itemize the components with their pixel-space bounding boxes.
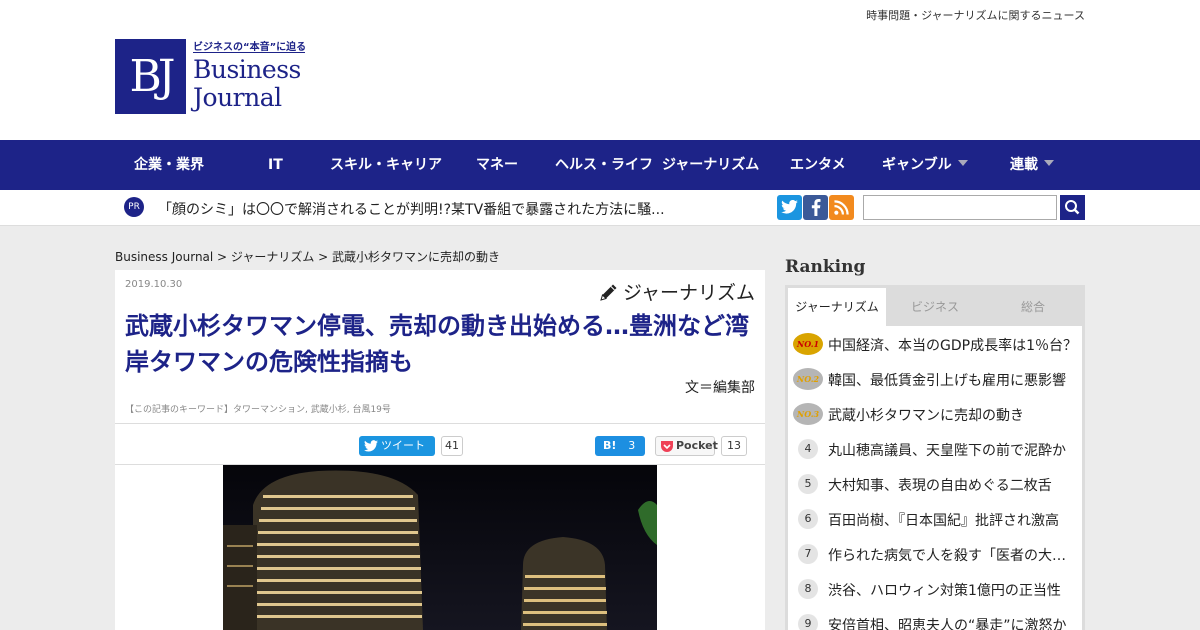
rank-number: 7 xyxy=(798,544,818,564)
nav-item-skill-career[interactable]: スキル・キャリア xyxy=(330,140,442,190)
site-logo[interactable]: BJ ビジネスの“本音”に迫る Business Journal xyxy=(115,38,307,116)
ranking-item-text: 作られた病気で人を殺す「医者の大罪」 xyxy=(828,548,1078,564)
ranking-item-text: 丸山穂高議員、天皇陛下の前で泥酔か xyxy=(828,443,1066,459)
nav-label: ヘルス・ライフ xyxy=(555,157,653,173)
nav-item-health-life[interactable]: ヘルス・ライフ xyxy=(555,140,653,190)
rank-number: 5 xyxy=(798,474,818,494)
search-input[interactable] xyxy=(863,195,1057,220)
tweet-count: 41 xyxy=(441,436,463,456)
breadcrumb-section[interactable]: ジャーナリズム xyxy=(231,250,314,264)
hatena-bookmark-button[interactable]: B! 3 xyxy=(595,436,645,456)
search-button[interactable] xyxy=(1060,195,1085,220)
nav-label: ジャーナリズム xyxy=(662,157,760,173)
article-date: 2019.10.30 xyxy=(125,279,183,290)
breadcrumb-separator: > xyxy=(314,250,333,264)
nav-item-money[interactable]: マネー xyxy=(476,140,518,190)
ranking-item-text: 大村知事、表現の自由めぐる二枚舌 xyxy=(828,478,1052,494)
article-title: 武蔵小杉タワマン停電、売却の動き出始める…豊洲など湾岸タワマンの危険性指摘も xyxy=(125,312,749,376)
nav-item-journalism[interactable]: ジャーナリズム xyxy=(662,140,759,190)
ranking-title: Ranking xyxy=(785,257,866,277)
ranking-item-text: 渋谷、ハロウィン対策1億円の正当性 xyxy=(828,583,1061,599)
twitter-icon[interactable] xyxy=(777,195,802,220)
nav-label: スキル・キャリア xyxy=(330,157,442,173)
category-label: ジャーナリズム xyxy=(622,282,755,304)
nav-label: IT xyxy=(268,157,283,173)
rank-no1-badge: NO.1 xyxy=(793,333,823,355)
facebook-icon[interactable] xyxy=(803,195,828,220)
ranking-item[interactable]: 8 渋谷、ハロウィン対策1億円の正当性 xyxy=(788,571,1082,606)
twitter-icon xyxy=(364,440,378,452)
breadcrumb-current: 武蔵小杉タワマンに売却の動き xyxy=(332,250,501,264)
rank-no3-badge: NO.3 xyxy=(793,403,823,425)
ranking-item[interactable]: NO.1 中国経済、本当のGDP成長率は1％台？ xyxy=(788,326,1082,361)
hatena-count: 3 xyxy=(628,439,636,452)
logo-name-line-2: Journal xyxy=(193,83,282,112)
site-tagline: 時事問題・ジャーナリズムに関するニュース xyxy=(866,9,1085,22)
rank-no2-badge: NO.2 xyxy=(793,368,823,390)
ranking-list: NO.1 中国経済、本当のGDP成長率は1％台？ NO.2 韓国、最低賃金引上げ… xyxy=(788,326,1082,630)
nav-item-entertainment[interactable]: エンタメ xyxy=(790,140,846,190)
breadcrumb-separator: > xyxy=(213,250,231,264)
ranking-item-text: 韓国、最低賃金引上げも雇用に悪影響 xyxy=(828,373,1066,389)
rank-number: 4 xyxy=(798,439,818,459)
nav-item-business[interactable]: 企業・業界 xyxy=(134,140,204,190)
nav-item-it[interactable]: IT xyxy=(268,140,283,190)
ranking-item[interactable]: NO.3 武蔵小杉タワマンに売却の動き xyxy=(788,396,1082,431)
logo-name: Business Journal xyxy=(193,56,301,112)
divider xyxy=(115,423,765,424)
logo-name-line-1: Business xyxy=(193,55,301,84)
ranking-item[interactable]: 7 作られた病気で人を殺す「医者の大罪」 xyxy=(788,536,1082,571)
nav-label: マネー xyxy=(476,157,518,173)
article-photo xyxy=(223,465,657,630)
ranking-item[interactable]: 9 安倍首相、昭恵夫人の“暴走”に激怒か xyxy=(788,606,1082,630)
tab-journalism[interactable]: ジャーナリズム xyxy=(788,288,886,326)
breadcrumb: Business Journal > ジャーナリズム > 武蔵小杉タワマンに売却… xyxy=(115,248,500,265)
hatena-label: B! xyxy=(603,439,617,452)
pr-badge: PR xyxy=(124,197,144,217)
pocket-label: Pocket xyxy=(676,439,718,452)
pr-link[interactable]: 「顔のシミ」は〇〇で解消されることが判明!?某TV番組で暴露された方法に騒... xyxy=(158,199,665,219)
tweet-label: ツイート xyxy=(381,439,425,452)
logo-rule xyxy=(193,52,305,53)
site-header: 時事問題・ジャーナリズムに関するニュース BJ ビジネスの“本音”に迫る Bus… xyxy=(0,0,1200,140)
nav-label: エンタメ xyxy=(790,157,846,173)
ranking-item-text: 武蔵小杉タワマンに売却の動き xyxy=(828,408,1024,424)
chevron-down-icon xyxy=(957,160,968,166)
nav-item-gamble[interactable]: ギャンブル xyxy=(882,140,968,190)
rank-number: 6 xyxy=(798,509,818,529)
ranking-item[interactable]: 5 大村知事、表現の自由めぐる二枚舌 xyxy=(788,466,1082,501)
tab-business[interactable]: ビジネス xyxy=(886,288,984,326)
ranking-item-text: 百田尚樹、『日本国紀』批評され激高 xyxy=(828,513,1059,529)
ranking-item-text: 中国経済、本当のGDP成長率は1％台？ xyxy=(828,338,1077,354)
ranking-item[interactable]: NO.2 韓国、最低賃金引上げも雇用に悪影響 xyxy=(788,361,1082,396)
logo-subtitle: ビジネスの“本音”に迫る xyxy=(193,42,307,53)
ranking-item-text: 安倍首相、昭恵夫人の“暴走”に激怒か xyxy=(828,618,1067,630)
search-icon xyxy=(1065,200,1080,215)
article-keywords: 【この記事のキーワード】タワーマンション, 武蔵小杉, 台風19号 xyxy=(125,405,391,415)
main-nav: 企業・業界 IT スキル・キャリア マネー ヘルス・ライフ ジャーナリズム エン… xyxy=(0,140,1200,190)
pencil-icon xyxy=(600,284,617,301)
logo-mark: BJ xyxy=(115,39,186,114)
nav-item-series[interactable]: 連載 xyxy=(1010,140,1054,190)
tab-overall[interactable]: 総合 xyxy=(984,288,1082,326)
rank-number: 8 xyxy=(798,579,818,599)
rss-icon[interactable] xyxy=(829,195,854,220)
nav-label: ギャンブル xyxy=(882,157,952,173)
pocket-count: 13 xyxy=(721,436,747,456)
tweet-button[interactable]: ツイート xyxy=(359,436,435,456)
nav-label: 企業・業界 xyxy=(134,157,204,173)
article-card: 2019.10.30 ジャーナリズム 武蔵小杉タワマン停電、売却の動き出始める…… xyxy=(115,270,765,630)
rank-number: 9 xyxy=(798,614,818,630)
article-category[interactable]: ジャーナリズム xyxy=(599,278,755,305)
ranking-item[interactable]: 6 百田尚樹、『日本国紀』批評され激高 xyxy=(788,501,1082,536)
ranking-item[interactable]: 4 丸山穂高議員、天皇陛下の前で泥酔か xyxy=(788,431,1082,466)
breadcrumb-home[interactable]: Business Journal xyxy=(115,250,213,264)
nav-label: 連載 xyxy=(1010,157,1038,173)
pocket-button[interactable]: Pocket xyxy=(655,436,718,456)
chevron-down-icon xyxy=(1044,160,1054,166)
pocket-icon xyxy=(661,441,673,452)
article-author: 文＝編集部 xyxy=(685,380,755,396)
